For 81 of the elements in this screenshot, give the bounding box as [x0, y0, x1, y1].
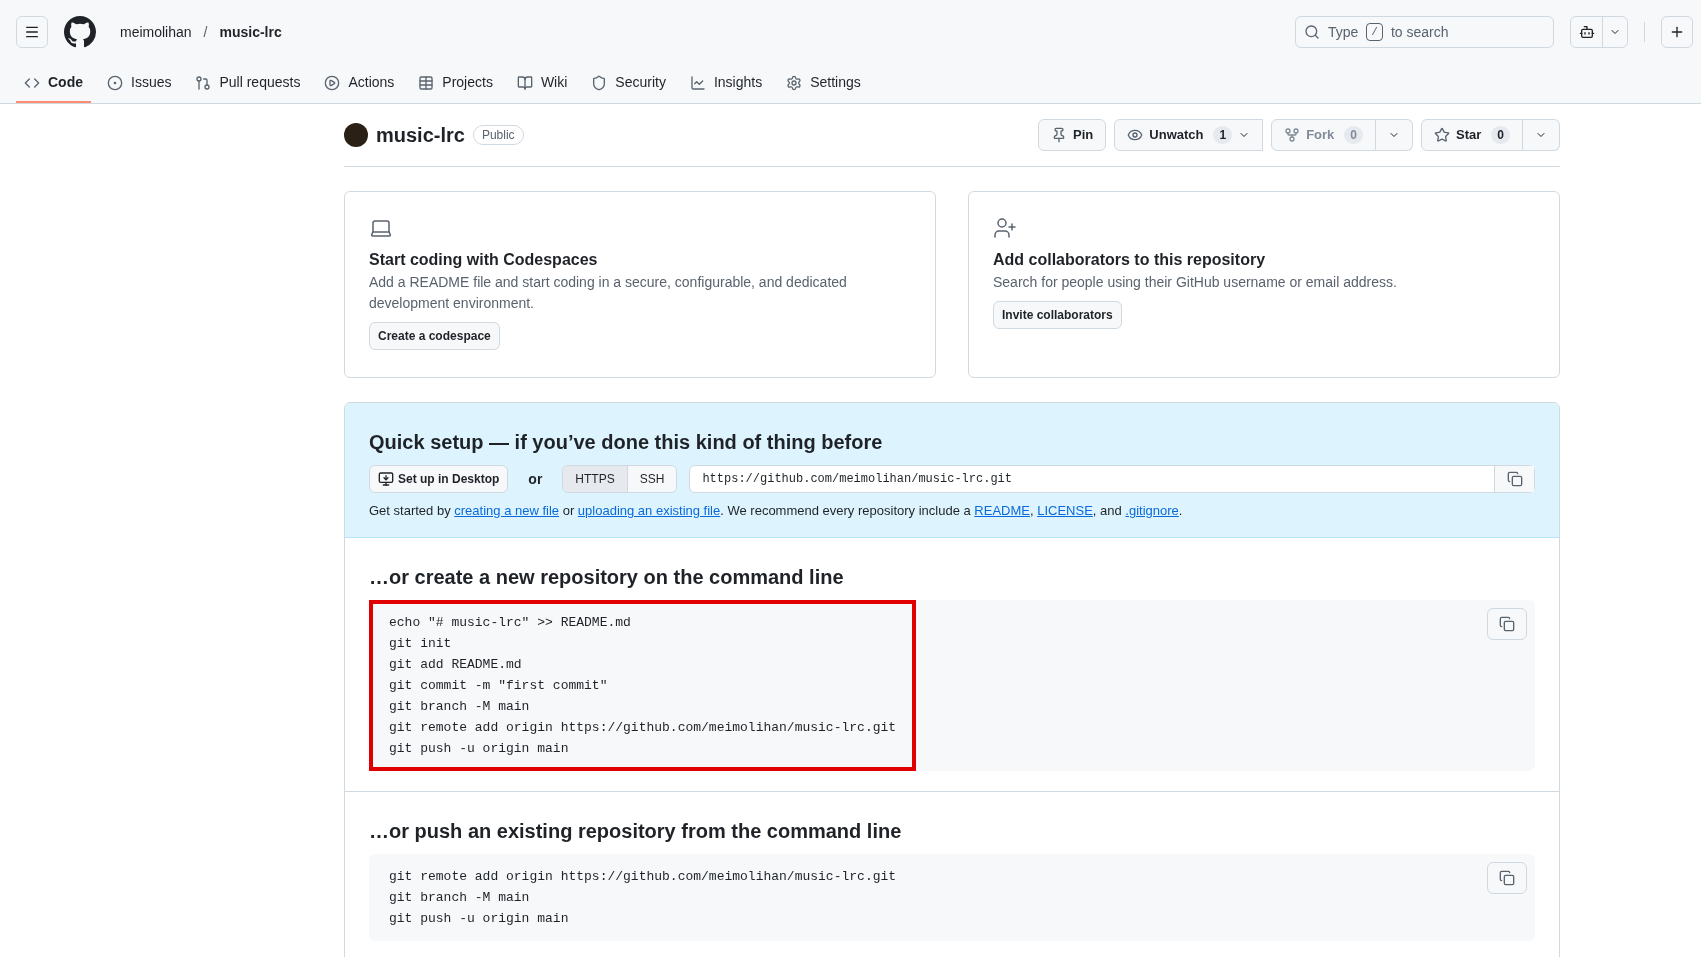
- card-text: Add a README file and start coding in a secure, configurable, and dedicated development environment.: [369, 273, 848, 313]
- repo-tab[interactable]: Actions: [316, 64, 403, 103]
- star-button[interactable]: Star 0: [1421, 119, 1523, 151]
- star-icon: [1434, 127, 1450, 143]
- text-link[interactable]: creating a new file: [454, 503, 560, 518]
- card-button[interactable]: Invite collaborators: [993, 301, 1122, 329]
- eye-icon: [1127, 127, 1144, 143]
- card-title: Start coding with Codespaces: [369, 250, 599, 270]
- code-line: git branch -M main: [389, 888, 531, 907]
- search-placeholder: to search: [1390, 22, 1449, 42]
- repo-tab[interactable]: Projects: [410, 64, 501, 103]
- or-label: or: [527, 469, 544, 489]
- card-title: Add collaborators to this repository: [993, 250, 1267, 270]
- copy-icon: [1499, 615, 1515, 632]
- card-button[interactable]: Create a codespace: [369, 322, 500, 350]
- tab-icon: [786, 74, 803, 91]
- repo-tab[interactable]: Code: [16, 64, 91, 103]
- repo-title: music-lrc: [376, 123, 465, 148]
- code-line: echo "# music-lrc" >> README.md: [389, 613, 632, 632]
- repo-tab[interactable]: Security: [583, 64, 674, 103]
- text-link[interactable]: README: [974, 503, 1030, 518]
- copilot-icon: [1578, 24, 1595, 40]
- code-line: git remote add origin https://github.com/meimolihan/music-lrc.git: [389, 718, 897, 737]
- code-line: git add README.md: [389, 655, 523, 674]
- star-count: 0: [1491, 126, 1510, 144]
- code-line: git branch -M main: [389, 697, 531, 716]
- copy-icon: [1506, 471, 1523, 487]
- menu-icon: [24, 24, 40, 40]
- tab-icon: [418, 74, 435, 91]
- protocol-toggle[interactable]: SSH: [626, 466, 677, 492]
- owner-link[interactable]: meimolihan: [120, 21, 192, 43]
- code-line: git push -u origin main: [389, 739, 570, 758]
- repo-tab[interactable]: Issues: [99, 64, 180, 103]
- pin-button[interactable]: Pin: [1038, 119, 1107, 151]
- watch-button[interactable]: Unwatch 1: [1114, 119, 1264, 151]
- watch-count: 1: [1213, 126, 1233, 144]
- code-line: git commit -m "first commit": [389, 676, 609, 695]
- section-heading: …or create a new repository on the command line: [369, 564, 845, 590]
- tab-icon: [195, 74, 212, 91]
- shortcut-key: /: [1366, 23, 1383, 41]
- tab-icon: [107, 74, 123, 91]
- repo-tab[interactable]: Settings: [778, 64, 869, 103]
- fork-icon: [1284, 127, 1301, 143]
- tab-icon: [591, 74, 608, 91]
- clone-url-field[interactable]: https://github.com/meimolihan/music-lrc.git: [689, 465, 1535, 493]
- repo-tab[interactable]: Insights: [681, 64, 771, 103]
- tab-icon: [689, 74, 706, 91]
- card-text: Search for people using their GitHub username or email address.: [993, 273, 1398, 292]
- code-line: git init: [389, 634, 453, 653]
- avatar: [344, 123, 368, 147]
- setup-hint: Get started by creating a new file or uploading an existing file. We recommend every repository include a README, LICENSE, and .gitignore.: [369, 502, 1184, 520]
- desktop-icon: [378, 471, 394, 487]
- tab-icon: [516, 74, 533, 91]
- code-line: git remote add origin https://github.com/meimolihan/music-lrc.git: [389, 867, 897, 886]
- search-icon: [1304, 24, 1320, 40]
- path-separator: /: [203, 22, 208, 42]
- tab-icon: [324, 74, 341, 91]
- quick-setup-heading: Quick setup — if you’ve done this kind of thing before: [369, 430, 884, 455]
- plus-icon: [1669, 24, 1685, 40]
- menu-button[interactable]: [16, 16, 48, 48]
- fork-count: 0: [1344, 126, 1363, 144]
- repo-link[interactable]: music-lrc: [219, 21, 282, 43]
- star-menu-button[interactable]: [1523, 119, 1560, 151]
- desktop-button[interactable]: Set up in Desktop: [369, 465, 509, 493]
- create-button[interactable]: [1661, 16, 1693, 48]
- card-icon: [993, 216, 1017, 240]
- octocat-logo-icon[interactable]: [64, 16, 96, 48]
- copy-button[interactable]: [1494, 466, 1534, 492]
- search-placeholder: Type: [1328, 22, 1359, 42]
- copy-icon: [1499, 869, 1515, 886]
- protocol-toggle[interactable]: HTTPS: [563, 466, 627, 492]
- code-line: git push -u origin main: [389, 909, 570, 928]
- text-link[interactable]: .gitignore: [1125, 503, 1179, 518]
- copy-button[interactable]: [1487, 861, 1527, 894]
- copy-button[interactable]: [1487, 607, 1527, 640]
- search-field[interactable]: Type / to search: [1295, 16, 1554, 48]
- section-heading: …or push an existing repository from the command line: [369, 818, 903, 844]
- text-link[interactable]: LICENSE: [1037, 503, 1093, 518]
- clone-url: https://github.com/meimolihan/music-lrc.git: [702, 471, 1014, 488]
- repo-tab[interactable]: Pull requests: [187, 64, 309, 103]
- repo-tab[interactable]: Wiki: [508, 64, 576, 103]
